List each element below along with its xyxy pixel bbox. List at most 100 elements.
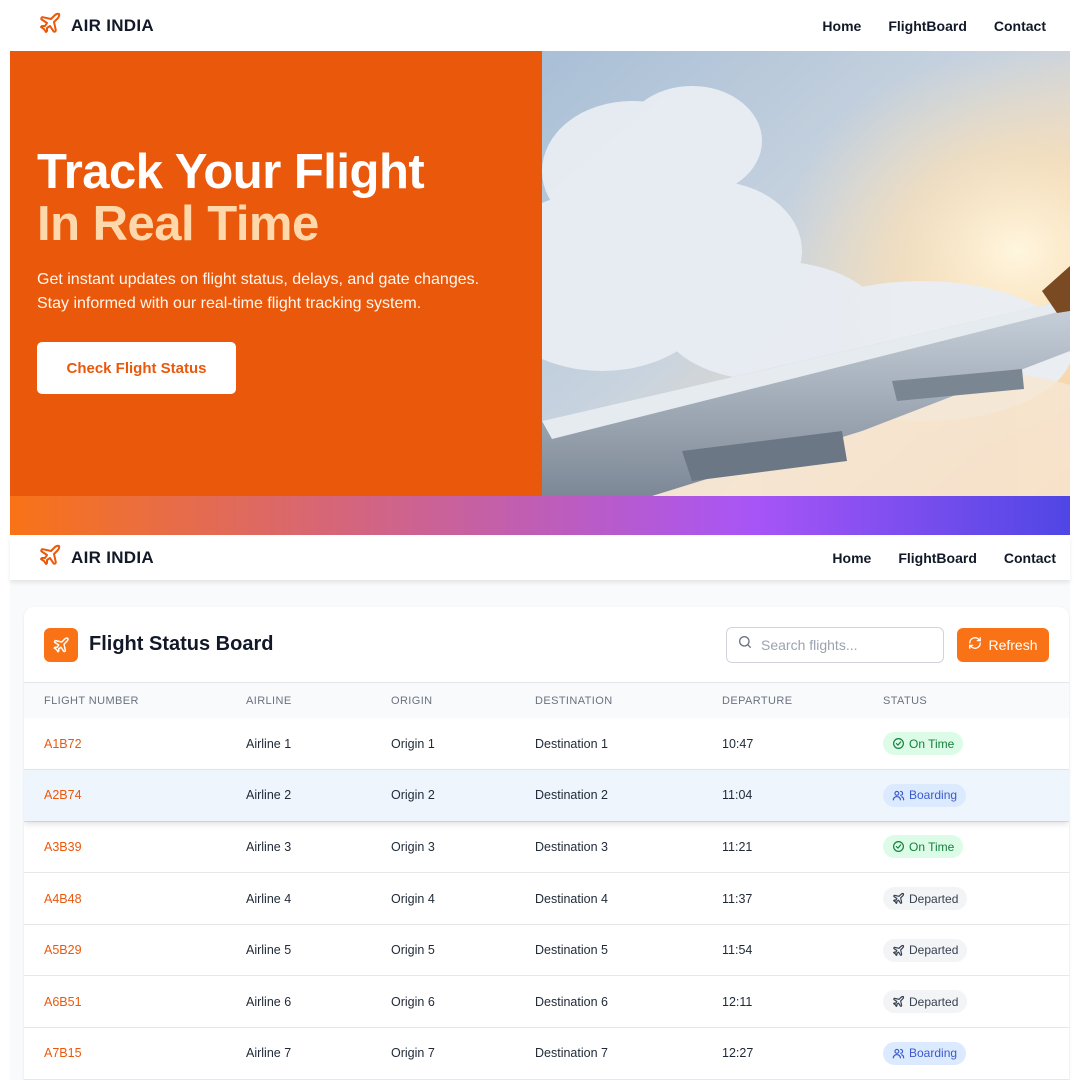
- destination-cell: Destination 3: [535, 821, 722, 874]
- origin-cell: Origin 4: [391, 872, 535, 925]
- check-circle-icon: [892, 737, 905, 750]
- departure-cell: 11:54: [722, 924, 883, 977]
- origin-cell: Origin 6: [391, 975, 535, 1029]
- column-header-airline[interactable]: Airline: [246, 683, 391, 718]
- table-row[interactable]: A5B29 Airline 5 Origin 5 Destination 5 11:54…: [24, 924, 1069, 977]
- flight-number[interactable]: A1B72: [44, 737, 82, 751]
- gradient-divider: [10, 496, 1070, 535]
- destination-cell: Destination 1: [535, 718, 722, 771]
- status-label: Departed: [909, 891, 959, 906]
- search-input[interactable]: [761, 636, 921, 653]
- column-header-departure[interactable]: Departure: [722, 683, 883, 718]
- refresh-button[interactable]: Refresh: [957, 627, 1049, 662]
- table-row[interactable]: A6B51 Airline 6 Origin 6 Destination 6 12:11…: [24, 975, 1069, 1029]
- sticky-navbar: AIR INDIA Home FlightBoard Contact: [10, 535, 1070, 580]
- column-header-destination[interactable]: Destination: [535, 683, 722, 718]
- nav-links: Home FlightBoard Contact: [822, 18, 1046, 34]
- status-badge: Departed: [883, 938, 968, 962]
- status-label: On Time: [909, 839, 955, 854]
- plane-logo-icon: [38, 543, 62, 572]
- brand[interactable]: AIR INDIA: [38, 543, 154, 572]
- check-flight-status-button[interactable]: Check Flight Status: [37, 342, 236, 394]
- destination-cell: Destination 2: [535, 769, 722, 822]
- origin-cell: Origin 3: [391, 821, 535, 874]
- flight-number[interactable]: A5B29: [44, 943, 82, 957]
- flight-table: Flight Number Airline Origin Destination…: [24, 683, 1069, 1080]
- status-badge: Boarding: [883, 783, 967, 807]
- origin-cell: Origin 7: [391, 1027, 535, 1080]
- search-box: [726, 626, 944, 663]
- flight-status-board: Flight Status Board Refresh: [24, 607, 1069, 1080]
- hero-title-line2: In Real Time: [37, 197, 319, 251]
- nav-flightboard-link[interactable]: FlightBoard: [888, 18, 967, 34]
- departure-cell: 11:04: [722, 769, 883, 822]
- board-header: Flight Status Board Refresh: [24, 607, 1069, 683]
- hero-description-line2: Stay informed with our real-time flight …: [37, 295, 422, 312]
- status-label: Departed: [909, 994, 959, 1009]
- airline-cell: Airline 4: [246, 872, 391, 925]
- top-navbar: AIR INDIA Home FlightBoard Contact: [10, 0, 1070, 51]
- flight-number[interactable]: A2B74: [44, 788, 82, 802]
- hero-airplane-wing-image: [542, 51, 1070, 496]
- status-label: On Time: [909, 736, 955, 751]
- destination-cell: Destination 7: [535, 1027, 722, 1080]
- hero-text-panel: Track Your Flight In Real Time Get insta…: [10, 51, 542, 496]
- destination-cell: Destination 6: [535, 975, 722, 1029]
- flight-number[interactable]: A4B48: [44, 892, 82, 906]
- plane-icon: [892, 944, 905, 957]
- hero-title-line1: Track Your Flight: [37, 145, 425, 199]
- status-badge: Departed: [883, 887, 968, 911]
- plane-icon: [892, 995, 905, 1008]
- column-header-status[interactable]: Status: [883, 683, 1069, 718]
- check-circle-icon: [892, 840, 905, 853]
- brand[interactable]: AIR INDIA: [38, 11, 154, 40]
- airline-cell: Airline 5: [246, 924, 391, 977]
- nav-contact-link[interactable]: Contact: [1004, 550, 1056, 566]
- plane-icon: [44, 627, 78, 662]
- flight-number[interactable]: A3B39: [44, 840, 82, 854]
- page: AIR INDIA Home FlightBoard Contact Track…: [0, 0, 1080, 1080]
- column-header-flight-number[interactable]: Flight Number: [24, 683, 246, 718]
- table-row[interactable]: A2B74 Airline 2 Origin 2 Destination 2 11:04…: [24, 769, 1069, 822]
- users-icon: [892, 1047, 905, 1060]
- users-icon: [892, 789, 905, 802]
- origin-cell: Origin 1: [391, 718, 535, 771]
- column-header-origin[interactable]: Origin: [391, 683, 535, 718]
- nav-home-link[interactable]: Home: [832, 550, 871, 566]
- airline-cell: Airline 2: [246, 769, 391, 822]
- status-label: Boarding: [909, 1046, 958, 1061]
- brand-name: AIR INDIA: [71, 15, 154, 35]
- nav-contact-link[interactable]: Contact: [994, 18, 1046, 34]
- flight-number[interactable]: A7B15: [44, 1046, 82, 1060]
- status-badge: Boarding: [883, 1041, 967, 1065]
- nav-flightboard-link[interactable]: FlightBoard: [898, 550, 977, 566]
- destination-cell: Destination 4: [535, 872, 722, 925]
- refresh-icon: [968, 636, 982, 653]
- board-title-group: Flight Status Board: [44, 627, 273, 662]
- table-header-row: Flight Number Airline Origin Destination…: [24, 683, 1069, 718]
- departure-cell: 12:27: [722, 1027, 883, 1080]
- table-row[interactable]: A1B72 Airline 1 Origin 1 Destination 1 10:47…: [24, 718, 1069, 771]
- table-row[interactable]: A7B15 Airline 7 Origin 7 Destination 7 12:27…: [24, 1027, 1069, 1080]
- departure-cell: 11:37: [722, 872, 883, 925]
- table-row[interactable]: A3B39 Airline 3 Origin 3 Destination 3 11:21…: [24, 821, 1069, 874]
- airline-cell: Airline 7: [246, 1027, 391, 1080]
- destination-cell: Destination 5: [535, 924, 722, 977]
- origin-cell: Origin 2: [391, 769, 535, 822]
- flight-number[interactable]: A6B51: [44, 995, 82, 1009]
- airline-cell: Airline 1: [246, 718, 391, 771]
- hero-description-line1: Get instant updates on flight status, de…: [37, 271, 480, 288]
- hero-section: Track Your Flight In Real Time Get insta…: [10, 51, 1070, 496]
- departure-cell: 11:21: [722, 821, 883, 874]
- airline-cell: Airline 3: [246, 821, 391, 874]
- status-badge: On Time: [883, 732, 964, 756]
- airline-cell: Airline 6: [246, 975, 391, 1029]
- table-body: A1B72 Airline 1 Origin 1 Destination 1 10:47…: [24, 718, 1069, 1080]
- hero-description: Get instant updates on flight status, de…: [37, 268, 517, 316]
- departure-cell: 10:47: [722, 718, 883, 771]
- search-icon: [737, 634, 753, 655]
- brand-name: AIR INDIA: [71, 547, 154, 567]
- nav-home-link[interactable]: Home: [822, 18, 861, 34]
- table-row[interactable]: A4B48 Airline 4 Origin 4 Destination 4 11:37…: [24, 872, 1069, 925]
- nav-links: Home FlightBoard Contact: [832, 550, 1056, 566]
